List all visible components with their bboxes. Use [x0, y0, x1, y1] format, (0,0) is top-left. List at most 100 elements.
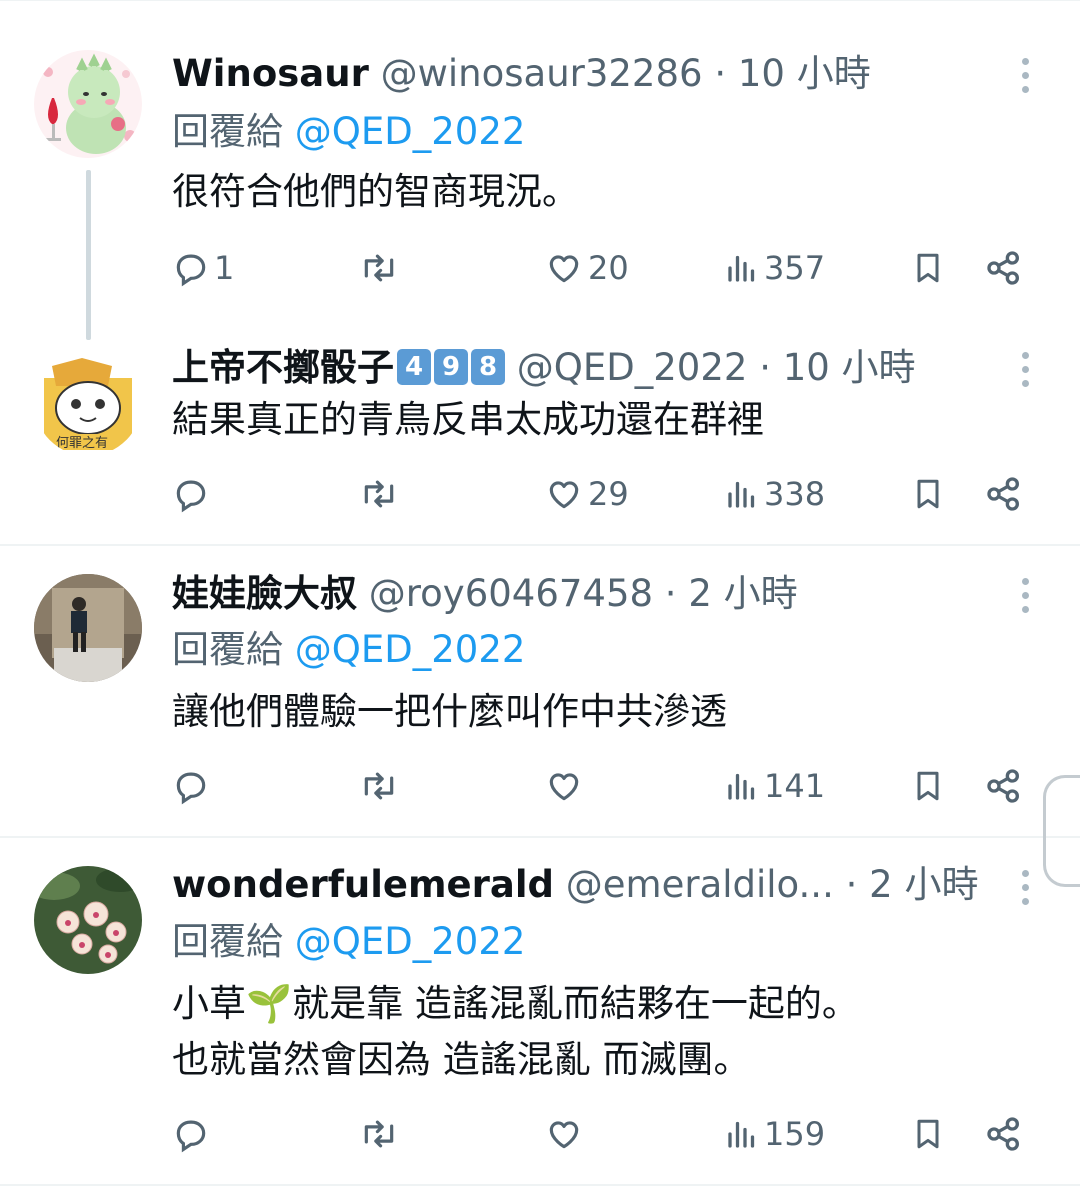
- bookmark-icon: [917, 479, 939, 509]
- display-name[interactable]: 娃娃臉大叔: [172, 572, 357, 615]
- post-text: 讓他們體驗一把什麼叫作中共滲透: [172, 684, 727, 740]
- share-icon: [987, 477, 1019, 511]
- retweet-button[interactable]: [358, 238, 400, 298]
- reply-context: 回覆給 @QED_2022: [172, 107, 525, 157]
- separator-dot: ·: [664, 572, 677, 615]
- like-button[interactable]: [544, 756, 588, 816]
- like-button[interactable]: 20: [544, 238, 629, 298]
- more-icon[interactable]: [1012, 56, 1038, 96]
- user-handle[interactable]: @roy60467458: [369, 572, 653, 615]
- retweet-icon: [364, 1120, 394, 1148]
- retweet-button[interactable]: [358, 464, 400, 524]
- views-icon: [728, 481, 755, 508]
- user-handle[interactable]: @emeraldilo...: [566, 863, 834, 906]
- display-name[interactable]: wonderfulemerald: [172, 863, 554, 906]
- reply-icon: [176, 772, 206, 805]
- avatar[interactable]: [34, 574, 142, 682]
- like-button[interactable]: 29: [544, 464, 629, 524]
- share-button[interactable]: [984, 238, 1024, 298]
- retweet-button[interactable]: [358, 756, 400, 816]
- post-text-line: 小草🌱就是靠 造謠混亂而結夥在一起的。: [172, 982, 859, 1025]
- bookmark-icon: [917, 771, 939, 801]
- post-roy[interactable]: 娃娃臉大叔 @roy60467458 · 2 小時 回覆給 @QED_2022 …: [0, 546, 1080, 838]
- thread-connector: [86, 170, 91, 340]
- bookmark-button[interactable]: [910, 756, 946, 816]
- view-count: 159: [764, 1115, 826, 1153]
- timestamp[interactable]: 10 小時: [783, 346, 916, 389]
- reply-icon: [176, 1120, 206, 1153]
- reply-mention-link[interactable]: @QED_2022: [295, 110, 526, 153]
- reply-button[interactable]: [172, 464, 214, 524]
- avatar[interactable]: [34, 50, 142, 158]
- views-button[interactable]: 141: [724, 756, 825, 816]
- action-bar: 159: [172, 1104, 1032, 1164]
- reply-button[interactable]: 1: [172, 238, 234, 298]
- separator-dot: ·: [759, 346, 771, 389]
- post-emerald[interactable]: wonderfulemerald @emeraldilo... · 2 小時 回…: [0, 838, 1080, 1186]
- views-button[interactable]: 357: [724, 238, 825, 298]
- retweet-icon: [364, 254, 394, 282]
- like-count: 29: [588, 475, 629, 513]
- bookmark-button[interactable]: [910, 464, 946, 524]
- action-bar: 29 338: [172, 464, 1032, 524]
- bookmark-icon: [917, 253, 939, 283]
- avatar[interactable]: 何罪之有: [34, 348, 142, 456]
- views-button[interactable]: 338: [724, 464, 825, 524]
- reply-mention-link[interactable]: @QED_2022: [295, 628, 526, 671]
- more-icon[interactable]: [1012, 868, 1038, 908]
- like-icon: [549, 481, 579, 509]
- user-handle[interactable]: @QED_2022: [517, 346, 748, 389]
- like-button[interactable]: [544, 1104, 588, 1164]
- post-header: 上帝不擲骰子 4 9 8 @QED_2022 · 10 小時: [172, 343, 916, 393]
- more-icon[interactable]: [1012, 350, 1038, 390]
- avatar[interactable]: [34, 866, 142, 974]
- retweet-button[interactable]: [358, 1104, 400, 1164]
- user-handle[interactable]: @winosaur32286: [381, 52, 703, 95]
- separator-dot: ·: [845, 863, 858, 906]
- retweet-icon: [364, 772, 394, 800]
- keycap-emoji: 4: [397, 348, 431, 385]
- bookmark-button[interactable]: [910, 238, 946, 298]
- share-icon: [987, 769, 1019, 803]
- retweet-icon: [364, 480, 394, 508]
- reply-context: 回覆給 @QED_2022: [172, 917, 525, 967]
- reply-button[interactable]: [172, 1104, 214, 1164]
- post-text-line: 也就當然會因為 造謠混亂 而滅團。: [172, 1038, 751, 1081]
- timestamp[interactable]: 2 小時: [869, 863, 978, 906]
- separator-dot: ·: [714, 52, 727, 95]
- reply-icon: [176, 480, 206, 513]
- post-text-line: 讓他們體驗一把什麼叫作中共滲透: [172, 690, 727, 733]
- share-button[interactable]: [984, 464, 1024, 524]
- post-header: 娃娃臉大叔 @roy60467458 · 2 小時: [172, 569, 798, 619]
- display-name[interactable]: Winosaur: [172, 52, 369, 95]
- view-count: 141: [764, 767, 826, 805]
- scroll-handle[interactable]: [1043, 775, 1080, 887]
- timestamp[interactable]: 10 小時: [738, 52, 871, 95]
- bookmark-icon: [917, 1119, 939, 1149]
- like-icon: [549, 773, 579, 801]
- reply-prefix: 回覆給: [172, 110, 283, 153]
- views-icon: [728, 1121, 755, 1148]
- post-text: 很符合他們的智商現況。: [172, 164, 579, 220]
- more-icon[interactable]: [1012, 576, 1038, 616]
- timestamp[interactable]: 2 小時: [688, 572, 797, 615]
- reply-prefix: 回覆給: [172, 628, 283, 671]
- post-text: 結果真正的青鳥反串太成功還在群裡: [172, 392, 764, 448]
- bookmark-button[interactable]: [910, 1104, 946, 1164]
- action-bar: 1 20 357: [172, 238, 1032, 298]
- like-count: 20: [588, 249, 629, 287]
- views-icon: [728, 773, 755, 800]
- action-bar: 141: [172, 756, 1032, 816]
- share-button[interactable]: [984, 1104, 1024, 1164]
- post-qed[interactable]: 何罪之有 上帝不擲骰子 4 9 8 @QED_2022 · 10 小時 結果真正的青鳥…: [0, 330, 1080, 546]
- keycap-emoji: 8: [471, 348, 505, 385]
- reply-mention-link[interactable]: @QED_2022: [295, 920, 526, 963]
- views-button[interactable]: 159: [724, 1104, 825, 1164]
- share-icon: [987, 251, 1019, 285]
- view-count: 357: [764, 249, 826, 287]
- share-button[interactable]: [984, 756, 1024, 816]
- share-icon: [987, 1117, 1019, 1151]
- post-winosaur[interactable]: Winosaur @winosaur32286 · 10 小時 回覆給 @QED…: [0, 0, 1080, 340]
- reply-button[interactable]: [172, 756, 214, 816]
- display-name[interactable]: 上帝不擲骰子: [172, 346, 394, 389]
